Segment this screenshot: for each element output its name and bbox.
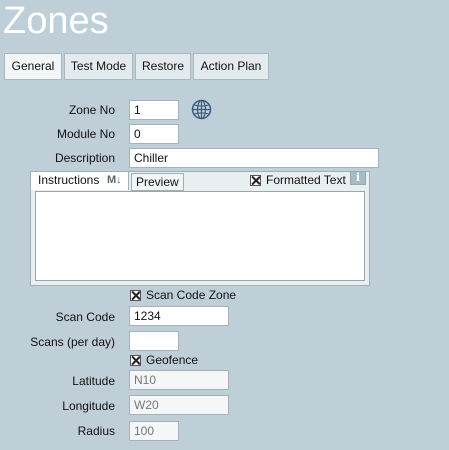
scan-code-zone-label: Scan Code Zone [146,288,237,302]
instructions-tab-label: Instructions [38,173,100,187]
module-no-input[interactable]: 0 [129,124,179,144]
latitude-input[interactable]: N10 [129,370,229,390]
page-title: Zones [3,0,109,42]
scans-per-day-label: Scans (per day) [30,335,115,349]
scan-code-label: Scan Code [55,310,115,324]
zone-no-input[interactable]: 1 [129,100,179,120]
module-no-label: Module No [56,127,115,141]
geofence-checkbox[interactable] [130,355,141,366]
latitude-label: Latitude [72,374,115,388]
instructions-panel: Instructions M↓ Preview [30,171,370,286]
scan-code-input[interactable]: 1234 [129,306,229,326]
description-label: Description [54,151,115,165]
instructions-textarea[interactable] [35,191,365,281]
globe-icon[interactable] [191,99,212,120]
longitude-label: Longitude [62,399,115,413]
tab-action-plan[interactable]: Action Plan [193,53,269,80]
description-input[interactable]: Chiller [129,148,379,168]
radius-label: Radius [77,424,115,438]
formatted-text-checkbox[interactable] [250,175,261,186]
radius-input[interactable]: 100 [129,421,179,441]
scans-per-day-input[interactable] [129,331,179,351]
markdown-icon: M↓ [107,174,122,186]
longitude-input[interactable]: W20 [129,395,229,415]
tab-instructions[interactable]: Instructions M↓ [31,172,129,190]
info-icon[interactable]: i [350,171,366,185]
tab-restore[interactable]: Restore [135,53,191,80]
tab-preview[interactable]: Preview [131,173,184,191]
formatted-text-label: Formatted Text [266,173,346,187]
tab-test-mode[interactable]: Test Mode [64,53,133,80]
zone-no-label: Zone No [68,103,115,117]
scan-code-zone-checkbox[interactable] [130,290,141,301]
geofence-label: Geofence [146,353,199,367]
tab-general[interactable]: General [4,53,62,80]
